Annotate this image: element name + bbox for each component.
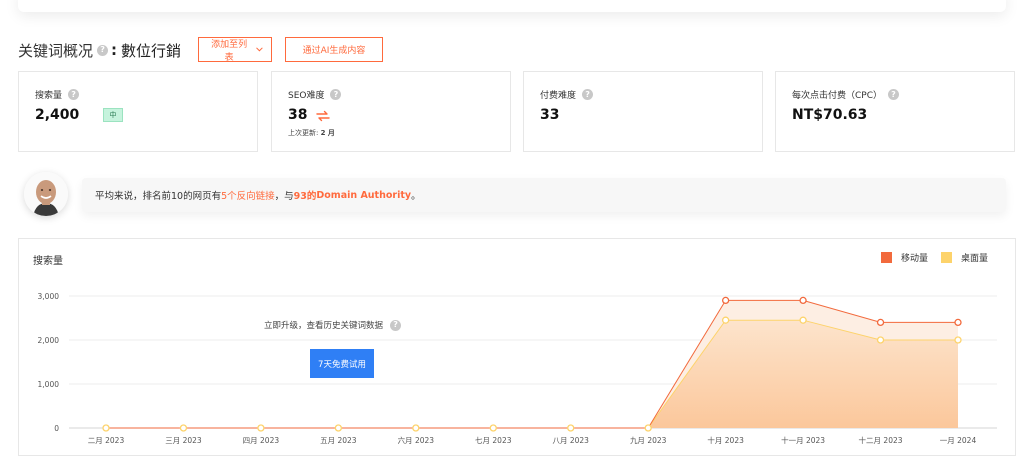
overview-keyword: 數位行銷 — [121, 41, 182, 60]
domain-authority-value: 93的 — [293, 191, 317, 202]
help-icon[interactable]: ? — [888, 89, 899, 100]
seo-difficulty-value: 38 — [288, 107, 308, 123]
upgrade-prompt: 立即升级，查看历史关键词数据 ? — [264, 319, 402, 331]
upgrade-text: 立即升级，查看历史关键词数据 — [264, 321, 384, 331]
point-desktop — [102, 424, 110, 432]
x-tick-label: 十二月 2023 — [859, 435, 903, 445]
legend-label-mobile: 移动量 — [901, 254, 929, 264]
point-desktop — [257, 424, 265, 432]
point-desktop — [334, 424, 343, 432]
search-volume-label: 搜索量 — [35, 91, 63, 101]
x-tick-label: 三月 2023 — [165, 436, 202, 445]
point-desktop — [876, 336, 885, 344]
cpc-value: NT$70.63 — [792, 107, 868, 123]
add-to-list-button[interactable]: 添加至列表 — [198, 37, 272, 63]
point-desktop — [799, 316, 807, 324]
legend-mobile[interactable]: 移动量 — [881, 251, 928, 264]
search-volume-chart: 0 1,000 2,000 3,000 二月 2023 三月 2023 四月 2023 五月 … — [38, 292, 997, 445]
x-tick-label: 四月 2023 — [243, 436, 280, 445]
search-volume-card: 搜索量 ? 2,400 中 — [18, 71, 258, 152]
point-mobile — [799, 296, 807, 305]
overview-separator: : — [111, 41, 118, 59]
point-mobile — [721, 296, 730, 305]
backlinks-link[interactable]: 5个反向链接 — [221, 188, 275, 202]
last-updated: 上次更新: 2 月 — [288, 129, 335, 137]
point-desktop — [567, 424, 575, 432]
seo-difficulty-card: SEO难度 ? 38 上次更新: 2 月 — [271, 71, 511, 152]
backlink-insight: 平均来说，排名前10的网页有 5个反向链接 ，与 93的 Domain Auth… — [82, 178, 1006, 212]
keyword-overview-header: 关键词概况 ? : 數位行銷 — [18, 37, 181, 63]
x-tick-label: 六月 2023 — [398, 435, 435, 445]
help-icon[interactable]: ? — [330, 89, 342, 100]
volume-level-badge: 中 — [103, 108, 123, 122]
legend-swatch-desktop — [941, 252, 952, 263]
point-desktop — [954, 336, 962, 344]
chevron-down-icon — [256, 47, 263, 52]
overview-title: 关键词概况 — [18, 41, 94, 60]
point-desktop — [412, 424, 420, 432]
x-tick-label: 二月 2023 — [88, 436, 125, 445]
y-tick-label: 2,000 — [38, 336, 60, 345]
search-volume-value: 2,400 — [35, 107, 80, 123]
x-tick-label: 一月 2024 — [940, 436, 977, 445]
help-icon[interactable]: ? — [97, 44, 109, 56]
point-mobile — [876, 318, 885, 327]
point-desktop — [179, 424, 188, 432]
cpc-card: 每次点击付费（CPC） ? NT$70.63 — [775, 71, 1015, 152]
point-mobile — [954, 318, 962, 327]
search-volume-chart-card: 0 1,000 2,000 3,000 二月 2023 三月 2023 四月 2023 五月 … — [18, 238, 1016, 456]
legend-label-desktop: 桌面量 — [961, 254, 989, 264]
legend-desktop[interactable]: 桌面量 — [941, 251, 988, 264]
help-icon[interactable]: ? — [582, 89, 594, 100]
y-tick-label: 0 — [54, 424, 59, 433]
x-tick-label: 八月 2023 — [552, 436, 589, 445]
ai-generate-content-button[interactable]: 通过AI生成内容 — [285, 37, 383, 62]
help-icon[interactable]: ? — [390, 319, 402, 331]
ai-generate-label: 通过AI生成内容 — [302, 46, 366, 56]
x-tick-label: 十月 2023 — [707, 435, 744, 445]
cpc-label: 每次点击付费（CPC） — [792, 91, 882, 101]
avatar — [24, 172, 68, 216]
y-tick-label: 1,000 — [38, 380, 60, 389]
paid-difficulty-label: 付费难度 — [540, 91, 577, 101]
top-panel-edge — [18, 0, 1006, 12]
point-desktop — [489, 424, 497, 432]
chart-title: 搜索量 — [33, 256, 63, 267]
x-tick-label: 九月 2023 — [630, 436, 667, 445]
help-icon[interactable]: ? — [68, 89, 80, 100]
domain-authority-link[interactable]: Domain Authority — [316, 190, 411, 201]
x-tick-label: 七月 2023 — [475, 436, 512, 445]
paid-difficulty-value: 33 — [540, 107, 560, 123]
last-updated-value: 2 月 — [320, 129, 335, 137]
refresh-arrows-icon[interactable] — [315, 109, 331, 123]
area-desktop — [106, 320, 958, 428]
point-desktop — [644, 424, 652, 432]
free-trial-button[interactable]: 7天免费试用 — [310, 349, 374, 378]
seo-difficulty-label: SEO难度 — [288, 91, 325, 101]
point-desktop — [721, 316, 730, 324]
x-tick-label: 五月 2023 — [320, 436, 357, 445]
add-to-list-label: 添加至列表 — [211, 39, 248, 63]
y-tick-label: 3,000 — [38, 292, 60, 301]
paid-difficulty-card: 付费难度 ? 33 — [523, 71, 763, 152]
legend-swatch-mobile — [881, 252, 892, 263]
x-tick-label: 十一月 2023 — [781, 435, 825, 445]
advisor-portrait-icon — [24, 172, 68, 216]
